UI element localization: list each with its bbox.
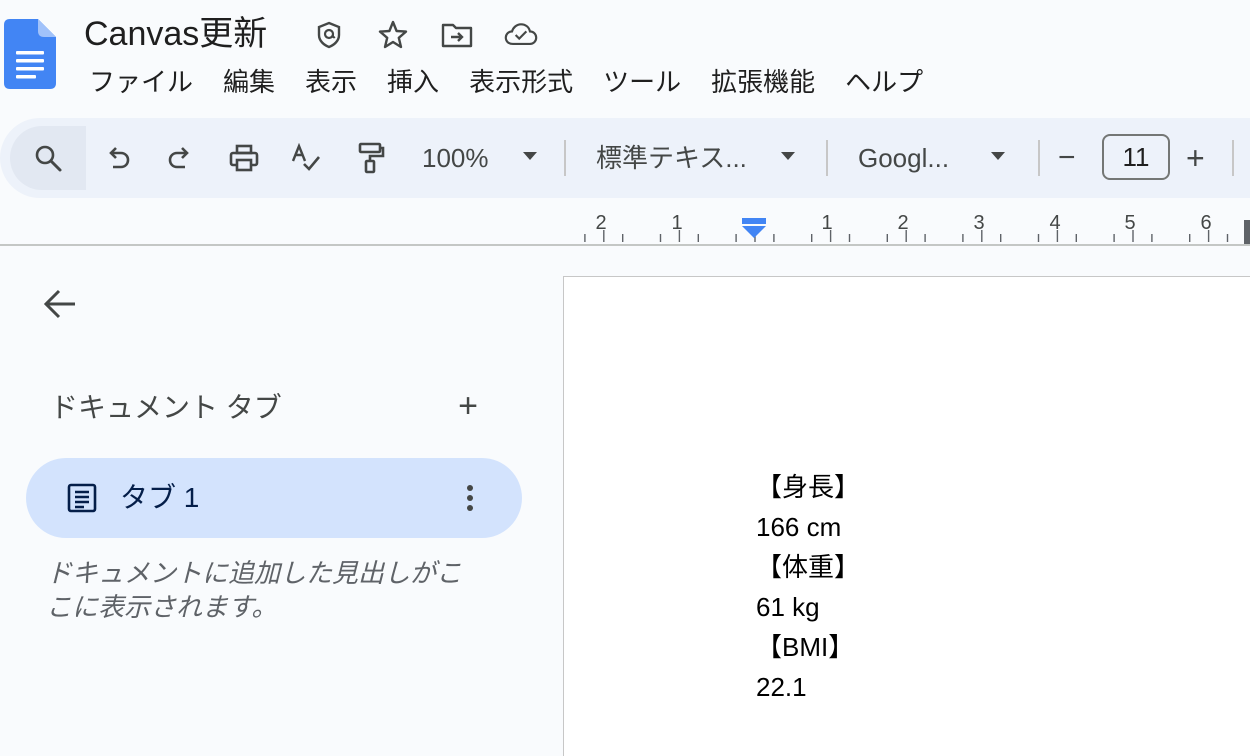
ruler-label: 4 xyxy=(1049,212,1061,234)
menu-file[interactable]: ファイル xyxy=(74,62,208,102)
sidebar-tab-1[interactable]: タブ 1 xyxy=(26,458,522,538)
ruler-label: 1 xyxy=(671,212,683,234)
ruler-right-edge xyxy=(1244,220,1250,246)
menu-insert[interactable]: 挿入 xyxy=(372,62,454,102)
headings-placeholder-note: ドキュメントに追加した見出しがここに表示されます。 xyxy=(46,558,463,622)
menu-format[interactable]: 表示形式 xyxy=(454,62,588,102)
ruler-label: 2 xyxy=(897,212,909,234)
toolbar-divider xyxy=(564,140,566,176)
ruler-label: 3 xyxy=(973,212,985,234)
increase-font-size-button[interactable]: + xyxy=(1186,136,1205,180)
decrease-font-size-button[interactable]: − xyxy=(1058,136,1076,180)
doc-line: 61 kg xyxy=(756,592,820,622)
doc-line: 【身長】 xyxy=(756,472,861,502)
print-icon[interactable] xyxy=(222,136,266,180)
menu-bar: ファイル 編集 表示 挿入 表示形式 ツール 拡張機能 ヘルプ xyxy=(74,62,938,102)
docs-app: Canvas更新 ファイル 編集 表示 挿入 表示形式 ツール 拡張機能 ヘルプ… xyxy=(0,0,1250,756)
font-select[interactable]: Googl... xyxy=(858,136,949,180)
star-icon[interactable] xyxy=(376,18,410,52)
menu-extensions[interactable]: 拡張機能 xyxy=(696,62,830,102)
ruler-label: 5 xyxy=(1124,212,1136,234)
spellcheck-icon[interactable] xyxy=(284,136,328,180)
menu-view[interactable]: 表示 xyxy=(290,62,372,102)
toolbar: 100% 標準テキス... Googl... − 11 + xyxy=(0,118,1250,198)
doc-line: 166 cm xyxy=(756,512,842,542)
plus-icon: + xyxy=(458,387,478,425)
redo-icon[interactable] xyxy=(158,136,202,180)
undo-icon[interactable] xyxy=(96,136,140,180)
zoom-caret-icon xyxy=(523,152,537,160)
style-caret-icon xyxy=(781,152,795,160)
zoom-select[interactable]: 100% xyxy=(422,136,489,180)
document-body[interactable]: 【身長】 166 cm 【体重】 61 kg 【BMI】 22.1 xyxy=(756,467,860,707)
paint-format-icon[interactable] xyxy=(348,136,392,180)
ruler-divider xyxy=(0,244,1250,246)
move-to-folder-icon[interactable] xyxy=(312,18,346,52)
ruler-label: 2 xyxy=(595,212,607,234)
ruler-label: 6 xyxy=(1200,212,1212,234)
font-caret-icon xyxy=(991,152,1005,160)
more-vert-icon[interactable] xyxy=(448,476,492,520)
menu-help[interactable]: ヘルプ xyxy=(830,62,938,102)
search-icon[interactable] xyxy=(26,136,70,180)
add-tab-button[interactable]: + xyxy=(446,384,490,428)
document-page[interactable]: 【身長】 166 cm 【体重】 61 kg 【BMI】 22.1 xyxy=(563,276,1250,756)
toolbar-divider xyxy=(1038,140,1040,176)
doc-line: 【体重】 xyxy=(756,552,861,582)
menu-edit[interactable]: 編集 xyxy=(208,62,290,102)
back-arrow-icon[interactable] xyxy=(36,280,84,328)
folder-icon[interactable] xyxy=(440,18,474,52)
toolbar-divider xyxy=(1232,140,1234,176)
paragraph-style-select[interactable]: 標準テキス... xyxy=(596,136,747,180)
document-title[interactable]: Canvas更新 xyxy=(84,12,267,56)
font-size-input[interactable]: 11 xyxy=(1102,134,1170,180)
doc-line: 22.1 xyxy=(756,672,807,702)
document-icon xyxy=(67,483,97,513)
google-docs-logo-icon[interactable] xyxy=(4,19,56,89)
cloud-saved-icon[interactable] xyxy=(504,18,538,52)
ruler-label: 1 xyxy=(821,212,833,234)
indent-marker-icon xyxy=(742,218,766,224)
document-tabs-heading: ドキュメント タブ xyxy=(50,392,282,423)
doc-line: 【BMI】 xyxy=(756,632,855,662)
tab-label: タブ 1 xyxy=(120,482,200,513)
menu-tools[interactable]: ツール xyxy=(588,62,696,102)
toolbar-divider xyxy=(826,140,828,176)
